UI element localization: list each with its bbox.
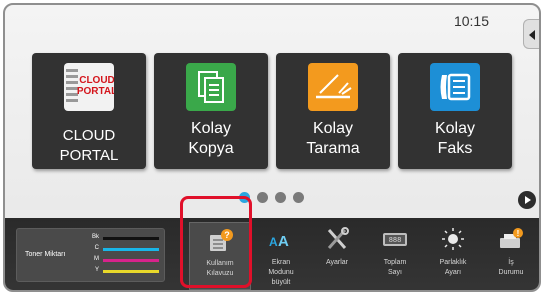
tile-cloud-portal-label: CLOUD PORTAL: [59, 127, 119, 164]
status-clock: 10:15: [453, 13, 489, 29]
page-dot-3[interactable]: [275, 192, 286, 203]
total-count-icon: 888: [380, 226, 410, 252]
brightness-icon: [438, 226, 468, 252]
next-page-button[interactable]: [518, 191, 536, 209]
enlarge-display-button[interactable]: A A Ekran Modunu büyült: [250, 222, 312, 290]
enlarge-display-label: Ekran Modunu büyült: [268, 259, 294, 286]
svg-text:A: A: [278, 233, 289, 250]
job-status-button[interactable]: ! İş Durumu: [480, 222, 539, 290]
app-tiles: CLOUD PORTAL CLOUD PORTAL Kolay Kopya Ko…: [32, 53, 512, 169]
cloud-portal-logo-icon: CLOUD PORTAL: [64, 63, 114, 111]
toner-row-bk: Bk: [89, 234, 161, 244]
scan-icon: [308, 63, 358, 111]
toner-row-c: C: [89, 245, 161, 255]
toner-row-m: M: [89, 256, 161, 266]
chevron-left-icon: [529, 30, 535, 40]
tile-easy-scan-label: Kolay Tarama: [306, 120, 360, 157]
svg-text:PORTAL: PORTAL: [77, 86, 114, 97]
tile-easy-copy[interactable]: Kolay Kopya: [154, 53, 268, 169]
toner-level-panel[interactable]: Toner Miktarı Bk C M Y: [16, 228, 165, 282]
copy-icon: [186, 63, 236, 111]
tile-easy-copy-label: Kolay Kopya: [188, 120, 234, 157]
tile-easy-fax[interactable]: Kolay Faks: [398, 53, 512, 169]
svg-text:A: A: [269, 235, 278, 249]
tile-easy-fax-label: Kolay Faks: [434, 120, 476, 157]
total-count-button[interactable]: 888 Toplam Sayı: [364, 222, 426, 290]
svg-text:888: 888: [389, 237, 402, 245]
toner-row-y: Y: [89, 267, 161, 277]
device-screen: 10:15 CLOUD PORTAL CLOUD PORTAL Kolay Ko…: [3, 3, 541, 292]
page-dot-4[interactable]: [293, 192, 304, 203]
svg-text:CLOUD: CLOUD: [79, 75, 114, 86]
job-status-icon: !: [496, 226, 526, 252]
settings-button[interactable]: Ayarlar: [306, 222, 368, 290]
settings-tools-icon: [322, 226, 352, 252]
toner-title: Toner Miktarı: [25, 251, 66, 258]
tile-easy-scan[interactable]: Kolay Tarama: [276, 53, 390, 169]
job-status-label: İş Durumu: [498, 259, 524, 276]
tile-cloud-portal[interactable]: CLOUD PORTAL CLOUD PORTAL: [32, 53, 146, 169]
page-dot-2[interactable]: [257, 192, 268, 203]
enlarge-display-icon: A A: [266, 226, 296, 252]
bottom-function-bar: Toner Miktarı Bk C M Y ? Kullanım Kılavu…: [5, 218, 539, 290]
svg-text:!: !: [517, 229, 520, 238]
fax-icon: [430, 63, 480, 111]
total-count-label: Toplam Sayı: [383, 259, 407, 276]
settings-label: Ayarlar: [325, 259, 349, 266]
highlight-frame-user-guide: [180, 196, 252, 288]
brightness-label: Parlaklık Ayarı: [439, 259, 467, 276]
side-panel-tab[interactable]: [523, 19, 539, 49]
brightness-button[interactable]: Parlaklık Ayarı: [422, 222, 484, 290]
